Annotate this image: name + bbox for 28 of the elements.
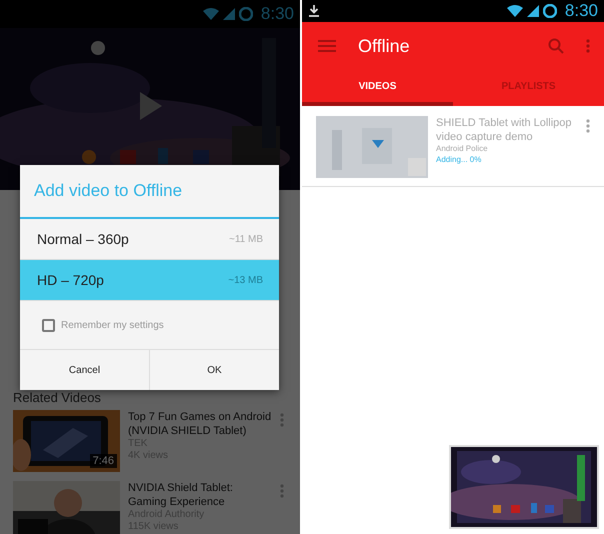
dialog-button[interactable]: Cancel — [20, 350, 149, 390]
wifi-icon — [506, 5, 523, 17]
signal-icon — [526, 5, 539, 17]
search-icon[interactable] — [548, 38, 564, 54]
sync-icon — [542, 4, 557, 18]
duration-badge: 7:46 — [90, 454, 117, 468]
more-icon[interactable] — [586, 119, 590, 133]
video-title[interactable]: SHIELD Tablet with Lollipop video capture demo — [436, 116, 578, 144]
dialog-button[interactable]: OK — [149, 350, 279, 390]
clock: 8:30 — [260, 4, 294, 24]
clock: 8:30 — [564, 1, 598, 21]
section-heading: Related Videos — [13, 390, 102, 407]
more-icon[interactable] — [586, 39, 590, 53]
signal-icon — [222, 8, 235, 20]
quality-option[interactable]: HD – 720p ~13 MB — [20, 260, 279, 301]
wifi-icon — [202, 8, 219, 20]
channel-name: Android Police — [436, 144, 489, 153]
download-status: Adding... 0% — [436, 155, 482, 164]
video-title[interactable]: Top 7 Fun Games on Android (NVIDIA SHIELD Tablet) — [128, 410, 272, 438]
video-title[interactable]: NVIDIA Shield Tablet: Gaming Experience — [128, 481, 272, 509]
tab[interactable]: VIDEOS — [302, 70, 453, 106]
dialog-title: Add video to Offline — [20, 165, 279, 219]
checkbox-label: Remember my settings — [61, 320, 164, 330]
menu-icon[interactable] — [318, 40, 336, 52]
sync-icon — [238, 7, 253, 21]
download-icon — [308, 5, 320, 17]
toolbar-title: Offline — [358, 36, 410, 56]
checkbox[interactable] — [42, 318, 55, 332]
